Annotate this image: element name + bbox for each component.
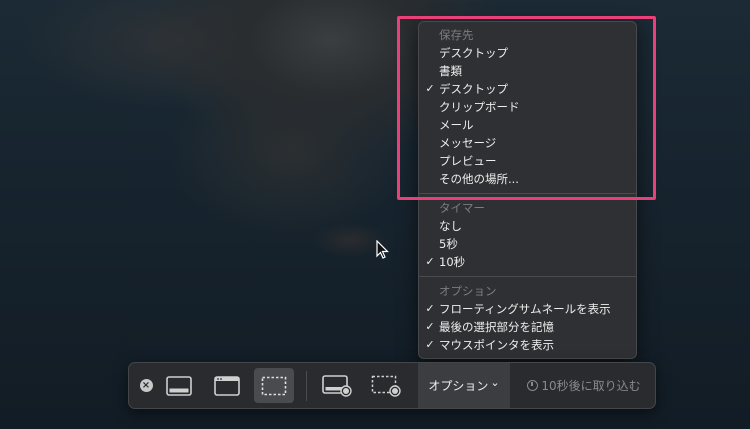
menu-item-remember-selection[interactable]: ✓ 最後の選択部分を記憶 — [419, 318, 636, 336]
capture-selection-button[interactable] — [254, 368, 294, 403]
record-selection-icon — [371, 375, 401, 397]
capture-button[interactable]: 10秒後に取り込む — [512, 363, 656, 408]
menu-item-show-pointer[interactable]: ✓ マウスポインタを表示 — [419, 336, 636, 354]
checkmark-icon: ✓ — [425, 338, 435, 351]
record-screen-icon — [322, 374, 352, 397]
menu-item-label: 最後の選択部分を記憶 — [439, 320, 554, 334]
options-label: オプション — [428, 379, 489, 393]
checkmark-icon: ✓ — [425, 302, 435, 315]
timer-icon — [527, 380, 539, 391]
checkmark-icon: ✓ — [425, 320, 435, 333]
selection-icon — [261, 376, 287, 395]
checkmark-icon: ✓ — [425, 255, 435, 268]
close-button[interactable]: × — [135, 363, 157, 408]
capture-label: 10秒後に取り込む — [541, 379, 641, 393]
highlight-box — [397, 16, 656, 200]
window-icon — [214, 375, 240, 396]
screenshot-toolbar: × オプション ⌄ 10秒後に取り込む — [128, 362, 656, 409]
menu-item-label: なし — [439, 219, 462, 233]
options-header: オプション — [439, 284, 497, 298]
menu-item-label: 5秒 — [439, 237, 458, 251]
menu-item-timer-5s[interactable]: 5秒 — [419, 235, 636, 253]
capture-entire-screen-button[interactable] — [159, 363, 199, 408]
menu-separator — [419, 276, 636, 277]
entire-screen-icon — [166, 375, 192, 396]
mouse-pointer-icon — [376, 240, 389, 259]
close-icon: × — [139, 379, 153, 392]
record-entire-screen-button[interactable] — [317, 363, 357, 408]
toolbar-divider — [306, 371, 307, 401]
menu-item-label: 10秒 — [439, 255, 466, 269]
menu-item-label: マウスポインタを表示 — [439, 338, 554, 352]
menu-item-label: フローティングサムネールを表示 — [439, 302, 611, 316]
options-button[interactable]: オプション ⌄ — [418, 363, 510, 408]
capture-window-button[interactable] — [207, 363, 247, 408]
timer-header: タイマー — [439, 201, 485, 215]
menu-item-floating-thumbnail[interactable]: ✓ フローティングサムネールを表示 — [419, 300, 636, 318]
menu-item-timer-none[interactable]: なし — [419, 217, 636, 235]
menu-item-timer-10s[interactable]: ✓ 10秒 — [419, 253, 636, 271]
chevron-down-icon: ⌄ — [490, 376, 500, 389]
record-selection-button[interactable] — [366, 363, 406, 408]
